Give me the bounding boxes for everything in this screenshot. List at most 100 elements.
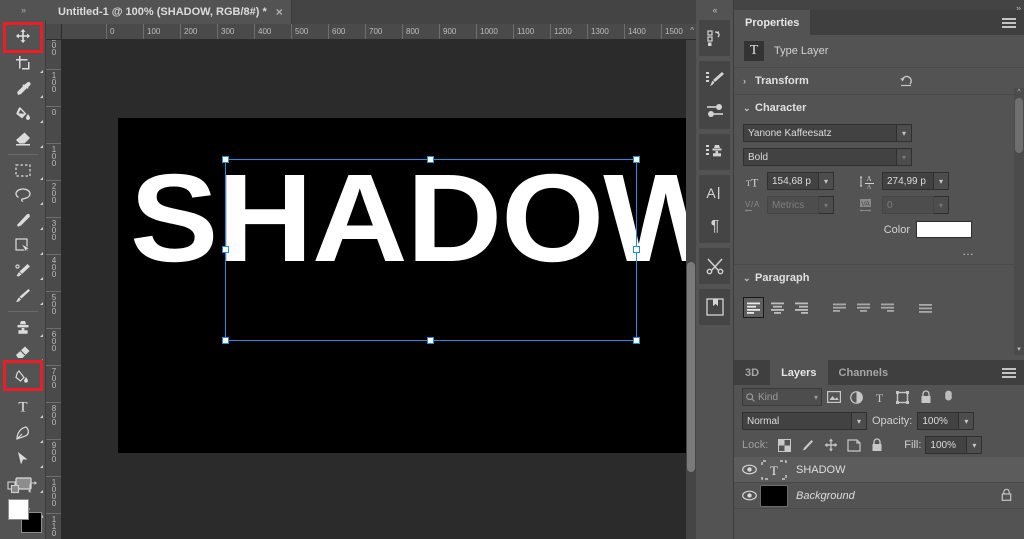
align-center-button[interactable]	[767, 297, 788, 318]
font-size-control[interactable]: 154,68 p ▾	[767, 172, 834, 190]
font-family-control[interactable]: Yanone Kaffeesatz ▾	[743, 124, 912, 142]
chevron-down-icon[interactable]: ▾	[967, 436, 983, 454]
toolbar-collapse-button[interactable]: »	[0, 0, 46, 20]
clone-stamp-tool[interactable]	[0, 315, 46, 340]
justify-all-button[interactable]	[915, 297, 936, 318]
eraser-tool[interactable]	[0, 126, 46, 151]
opacity-control[interactable]: 100% ▾	[917, 412, 975, 430]
paragraph-panel-icon[interactable]: ¶	[699, 209, 730, 241]
vertical-ruler[interactable]: 2001000100200300400500600700800900100011…	[46, 40, 62, 539]
tracking-value[interactable]: 0	[882, 196, 934, 214]
kerning-control[interactable]: Metrics ▾	[767, 196, 834, 214]
type-tool[interactable]: T	[0, 390, 46, 421]
font-family-value[interactable]: Yanone Kaffeesatz	[743, 124, 897, 142]
rectangular-marquee-tool[interactable]	[0, 158, 46, 183]
layer-visibility-toggle[interactable]	[738, 490, 760, 501]
filter-shape-icon[interactable]	[891, 387, 914, 407]
align-left-button[interactable]	[743, 297, 764, 318]
leading-value[interactable]: 274,99 p	[882, 172, 934, 190]
layer-thumbnail-type[interactable]: T	[760, 459, 788, 481]
paint-bucket-tool[interactable]	[0, 101, 46, 126]
ruler-corner[interactable]	[46, 24, 62, 40]
filter-adjustment-icon[interactable]	[845, 387, 868, 407]
text-color-swatch[interactable]	[916, 221, 972, 238]
clone-source-icon[interactable]	[699, 136, 730, 168]
lock-image-pixels-icon[interactable]	[798, 436, 817, 454]
healing-brush-tool[interactable]	[0, 208, 46, 233]
character-more-options-button[interactable]: …	[734, 242, 1024, 264]
chevron-down-icon[interactable]: ▾	[819, 196, 834, 214]
filter-pixel-icon[interactable]	[822, 387, 845, 407]
tab-channels[interactable]: Channels	[828, 360, 900, 385]
eyedropper-tool[interactable]	[0, 76, 46, 101]
tab-3d[interactable]: 3D	[734, 360, 770, 385]
tab-properties[interactable]: Properties	[734, 10, 811, 35]
libraries-panel-icon[interactable]	[699, 291, 730, 323]
character-section-header[interactable]: ⌄ Character	[734, 95, 1024, 121]
handle-top-left[interactable]	[222, 156, 229, 163]
lock-transparent-pixels-icon[interactable]	[775, 436, 794, 454]
fill-control[interactable]: 100% ▾	[925, 436, 983, 454]
color-swatches[interactable]	[8, 499, 42, 533]
table-row[interactable]: T SHADOW	[734, 457, 1024, 483]
tracking-control[interactable]: 0 ▾	[882, 196, 949, 214]
scroll-up-icon[interactable]: ^	[1014, 88, 1024, 98]
layer-filter-kind-select[interactable]: Kind ▾	[742, 388, 822, 406]
reset-transform-icon[interactable]	[899, 74, 913, 90]
handle-top-center[interactable]	[427, 156, 434, 163]
tool-presets-icon[interactable]	[699, 250, 730, 282]
document-tab[interactable]: Untitled-1 @ 100% (SHADOW, RGB/8#) * ×	[46, 0, 292, 24]
brush-presets-icon[interactable]	[699, 95, 730, 127]
layer-name[interactable]: SHADOW	[796, 464, 846, 476]
foreground-color-swatch[interactable]	[8, 499, 29, 520]
blend-mode-value[interactable]: Normal	[742, 412, 852, 430]
layer-thumbnail-background[interactable]	[760, 484, 788, 507]
handle-top-right[interactable]	[633, 156, 640, 163]
crop-tool[interactable]	[0, 51, 46, 76]
lock-all-icon[interactable]	[867, 436, 886, 454]
align-right-button[interactable]	[791, 297, 812, 318]
handle-bottom-left[interactable]	[222, 337, 229, 344]
handle-middle-right[interactable]	[633, 246, 640, 253]
leading-control[interactable]: 274,99 p ▾	[882, 172, 949, 190]
kerning-value[interactable]: Metrics	[767, 196, 819, 214]
justify-last-left-button[interactable]	[829, 297, 850, 318]
blend-mode-control[interactable]: Normal ▾	[742, 412, 867, 430]
gradient-tool[interactable]	[0, 365, 46, 390]
dock-collapse-button[interactable]: «	[696, 0, 733, 20]
lock-artboard-nesting-icon[interactable]	[844, 436, 863, 454]
filter-toggle-icon[interactable]	[937, 387, 960, 407]
justify-last-right-button[interactable]	[877, 297, 898, 318]
layer-visibility-toggle[interactable]	[738, 464, 760, 475]
handle-bottom-right[interactable]	[633, 337, 640, 344]
chevron-down-icon[interactable]: ▾	[934, 172, 949, 190]
eraser2-tool[interactable]	[0, 340, 46, 365]
font-size-value[interactable]: 154,68 p	[767, 172, 819, 190]
chevron-down-icon[interactable]: ▾	[819, 172, 834, 190]
chevron-down-icon[interactable]: ▾	[959, 412, 975, 430]
properties-scrollbar-thumb[interactable]	[1015, 98, 1023, 153]
properties-scrollbar[interactable]: ^ ▾	[1014, 88, 1024, 355]
font-style-value[interactable]: Bold	[743, 148, 897, 166]
justify-last-center-button[interactable]	[853, 297, 874, 318]
ruler-collapse-arrow[interactable]: ^	[690, 26, 694, 35]
transform-section-header[interactable]: › Transform	[734, 68, 1024, 94]
move-tool[interactable]	[0, 20, 46, 51]
character-panel-icon[interactable]: A	[699, 177, 730, 209]
properties-panel-menu-icon[interactable]	[1002, 18, 1016, 28]
paragraph-section-header[interactable]: ⌄ Paragraph	[734, 265, 1024, 291]
opacity-value[interactable]: 100%	[917, 412, 960, 430]
font-style-control[interactable]: Bold ▾	[743, 148, 912, 166]
close-icon[interactable]: ×	[276, 6, 283, 18]
handle-middle-left[interactable]	[222, 246, 229, 253]
filter-type-icon[interactable]: T	[868, 387, 891, 407]
transform-selection-box[interactable]	[222, 156, 640, 344]
canvas-viewport[interactable]: SHADOW	[62, 40, 686, 539]
lasso-tool[interactable]	[0, 183, 46, 208]
horizontal-ruler[interactable]: ^ 0 100 200 300 400 500 600 700 800 900 1000 1100 12…	[62, 24, 696, 40]
magic-wand-tool[interactable]	[0, 233, 46, 258]
layer-name[interactable]: Background	[796, 490, 855, 502]
chevron-down-icon[interactable]: ▾	[897, 148, 912, 166]
swap-default-colors[interactable]	[6, 479, 40, 495]
lock-position-icon[interactable]	[821, 436, 840, 454]
